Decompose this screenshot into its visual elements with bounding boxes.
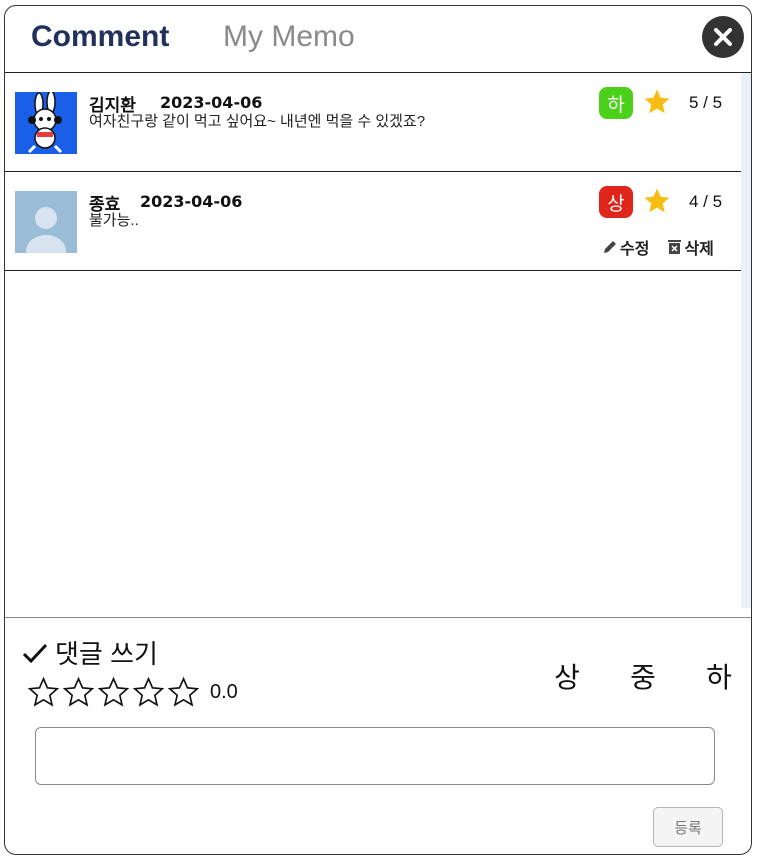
close-button[interactable] [702, 16, 744, 58]
grade-options: 상 중 하 [551, 656, 735, 696]
avatar [15, 191, 77, 253]
comment-item: 종효 2023-04-06 불가능.. 상 4 / 5 수정 삭제 [5, 172, 743, 271]
close-icon [714, 28, 732, 46]
grade-badge: 하 [599, 87, 633, 119]
default-user-avatar [15, 191, 77, 253]
compose-title-text: 댓글 쓰기 [55, 639, 158, 669]
star-outline-icon[interactable] [132, 676, 165, 709]
comment-panel: Comment My Memo 김지환 2023-04-06 여자친구랑 같이 … [4, 5, 752, 855]
comment-actions: 수정 삭제 [602, 235, 714, 259]
comment-list[interactable]: 김지환 2023-04-06 여자친구랑 같이 먹고 싶어요~ 내년엔 먹을 수… [5, 73, 743, 617]
grade-option-mid[interactable]: 중 [627, 656, 659, 696]
comment-text: 불가능.. [89, 212, 139, 229]
grade-option-high[interactable]: 상 [551, 656, 583, 696]
tab-comment[interactable]: Comment [31, 20, 169, 54]
edit-button[interactable]: 수정 [602, 235, 649, 259]
delete-label: 삭제 [684, 239, 714, 258]
star-outline-icon[interactable] [27, 676, 60, 709]
star-filled-icon [644, 89, 670, 114]
compose-title: 댓글 쓰기 [21, 634, 158, 671]
comment-rating: 5 / 5 [689, 93, 723, 112]
submit-button[interactable]: 등록 [653, 807, 723, 847]
rating-value: 0.0 [210, 681, 238, 703]
comment-date: 2023-04-06 [160, 93, 263, 112]
avatar [15, 92, 77, 154]
delete-button[interactable]: 삭제 [667, 235, 714, 259]
pencil-icon [604, 241, 616, 253]
checkmark-icon [22, 643, 48, 663]
comment-rating: 4 / 5 [689, 192, 723, 211]
list-scrollbar[interactable] [741, 73, 751, 608]
comment-text: 여자친구랑 같이 먹고 싶어요~ 내년엔 먹을 수 있겠죠? [89, 113, 426, 130]
tab-my-memo[interactable]: My Memo [223, 20, 355, 54]
compose-section: 댓글 쓰기 0.0 상 중 하 등록 [5, 617, 751, 854]
star-outline-icon[interactable] [167, 676, 200, 709]
panel-header: Comment My Memo [5, 6, 751, 73]
star-outline-icon[interactable] [62, 676, 95, 709]
star-outline-icon[interactable] [97, 676, 130, 709]
comment-item: 김지환 2023-04-06 여자친구랑 같이 먹고 싶어요~ 내년엔 먹을 수… [5, 73, 743, 172]
rabbit-character-avatar [15, 92, 77, 154]
edit-label: 수정 [620, 239, 650, 258]
grade-badge: 상 [599, 186, 633, 218]
rating-stars: 0.0 [27, 676, 238, 709]
trash-icon [668, 240, 682, 254]
comment-date: 2023-04-06 [140, 192, 243, 211]
star-filled-icon [644, 188, 670, 213]
comment-input[interactable] [35, 727, 715, 785]
grade-option-low[interactable]: 하 [703, 656, 735, 696]
